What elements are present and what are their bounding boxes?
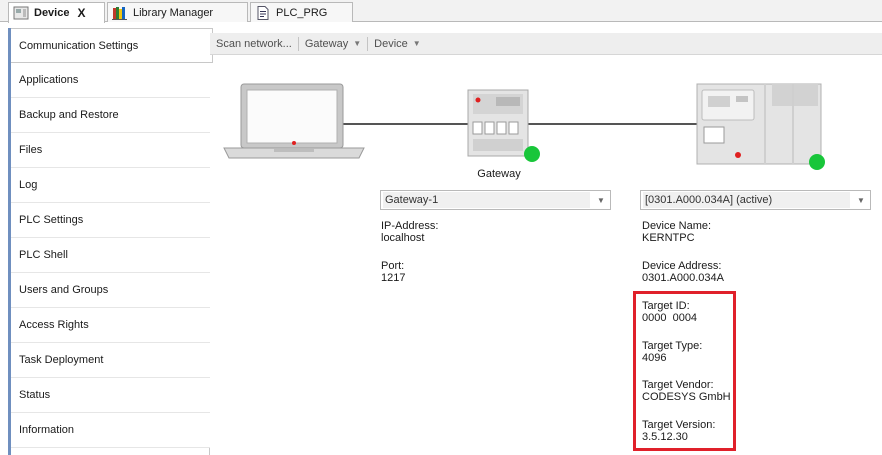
gateway-select-value: Gateway-1 [383, 192, 590, 208]
sidebar-item-access-rights[interactable]: Access Rights [11, 308, 210, 343]
tab-device-label: Device [34, 7, 70, 19]
sidebar-item-plc-shell[interactable]: PLC Shell [11, 238, 210, 273]
device-menu-button[interactable]: Device ▼ [368, 38, 427, 50]
gateway-menu-button[interactable]: Gateway ▼ [299, 38, 367, 50]
target-info-highlight-box [633, 291, 736, 451]
document-icon [257, 5, 269, 20]
sidebar-item-label: Log [19, 179, 38, 191]
gateway-ip-label: IP-Address: [381, 220, 439, 232]
tab-library-manager[interactable]: Library Manager [107, 2, 248, 22]
tab-library-manager-label: Library Manager [133, 6, 214, 19]
tab-device[interactable]: Device X [8, 2, 105, 23]
gateway-status-indicator [524, 146, 540, 162]
device-select[interactable]: [0301.A000.034A] (active) ▼ [640, 190, 871, 210]
sidebar-item-label: PLC Settings [19, 214, 84, 226]
plc-device-icon [696, 83, 822, 165]
sidebar-item-communication-settings[interactable]: Communication Settings [11, 28, 213, 63]
sidebar-item-backup-and-restore[interactable]: Backup and Restore [11, 98, 210, 133]
chevron-down-icon: ▼ [857, 195, 865, 205]
communication-toolbar: Scan network... Gateway ▼ Device ▼ [210, 33, 882, 55]
sidebar-item-label: Access Rights [19, 319, 89, 331]
device-menu-label: Device [374, 37, 408, 50]
library-icon [112, 6, 127, 20]
device-icon [13, 6, 29, 20]
connection-line-gateway-device [528, 123, 697, 125]
chevron-down-icon: ▼ [412, 39, 421, 48]
device-select-value: [0301.A000.034A] (active) [643, 192, 850, 208]
tab-plc-prg-label: PLC_PRG [276, 6, 328, 19]
sidebar-item-label: Status [19, 389, 51, 401]
gateway-icon [467, 89, 529, 157]
sidebar-item-label: PLC Shell [19, 249, 68, 261]
sidebar-item-applications[interactable]: Applications [11, 63, 210, 98]
sidebar-item-label: Backup and Restore [19, 109, 119, 121]
device-name-label: Device Name: [642, 220, 712, 232]
gateway-ip-info: IP-Address: localhost [381, 220, 438, 244]
laptop-icon [223, 83, 365, 159]
gateway-menu-label: Gateway [304, 37, 349, 50]
sidebar-item-task-deployment[interactable]: Task Deployment [11, 343, 210, 378]
gateway-port-label: Port: [381, 260, 405, 272]
scan-network-button[interactable]: Scan network... [210, 38, 298, 50]
sidebar-item-files[interactable]: Files [11, 133, 210, 168]
chevron-down-icon: ▼ [353, 39, 362, 48]
sidebar-item-label: Information [19, 424, 75, 436]
device-address-value: 0301.A000.034A [642, 272, 724, 284]
sidebar-item-information[interactable]: Information [11, 413, 210, 448]
sidebar-item-label: Files [19, 144, 43, 156]
device-name-info: Device Name: KERNTPC [642, 220, 711, 244]
device-address-label: Device Address: [642, 260, 722, 272]
sidebar-item-label: Communication Settings [19, 39, 139, 52]
sidebar-item-status[interactable]: Status [11, 378, 210, 413]
gateway-port-info: Port: 1217 [381, 260, 405, 284]
close-icon[interactable]: X [77, 6, 85, 20]
device-name-value: KERNTPC [642, 232, 695, 244]
gateway-port-value: 1217 [381, 272, 406, 284]
sidebar-item-label: Users and Groups [19, 284, 109, 296]
gateway-ip-value: localhost [381, 232, 425, 244]
sidebar-item-users-and-groups[interactable]: Users and Groups [11, 273, 210, 308]
editor-tab-strip: Device X Library Manager PLC_PRG [0, 0, 882, 23]
sidebar-item-label: Task Deployment [19, 354, 104, 366]
gateway-label: Gateway [477, 168, 521, 180]
gateway-select[interactable]: Gateway-1 ▼ [380, 190, 611, 210]
scan-network-label: Scan network... [216, 37, 292, 50]
device-status-indicator [809, 154, 825, 170]
sidebar-item-label: Applications [19, 74, 79, 86]
sidebar-item-log[interactable]: Log [11, 168, 210, 203]
device-editor-sidebar: Communication Settings Applications Back… [8, 28, 213, 455]
chevron-down-icon: ▼ [597, 195, 605, 205]
tab-plc-prg[interactable]: PLC_PRG [250, 2, 353, 22]
device-address-info: Device Address: 0301.A000.034A [642, 260, 724, 284]
sidebar-item-plc-settings[interactable]: PLC Settings [11, 203, 210, 238]
